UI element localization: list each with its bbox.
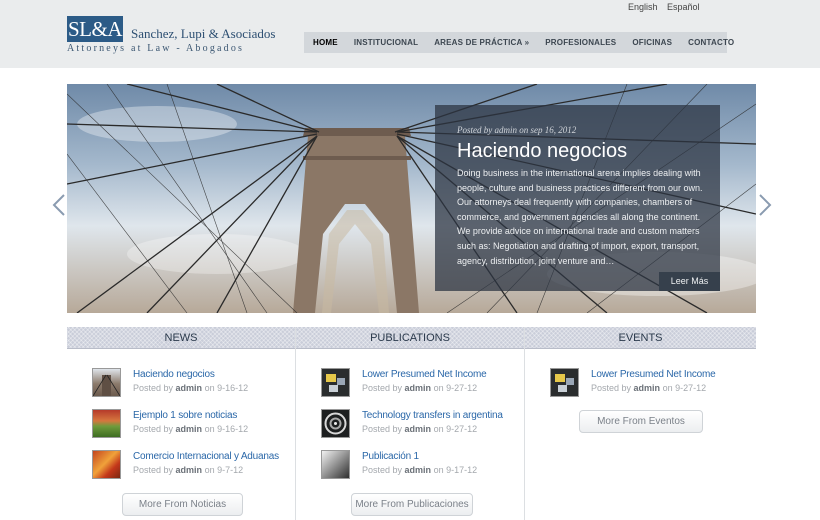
publication-item-title[interactable]: Publicación 1 (362, 451, 419, 462)
events-column: EVENTS Lower Presumed Net Income Posted … (524, 327, 756, 520)
slide-excerpt: Doing business in the international aren… (457, 168, 703, 266)
news-item: Ejemplo 1 sobre noticias Posted by admin… (92, 409, 292, 441)
chevron-left-icon[interactable] (52, 194, 66, 216)
news-column: NEWS Haciendo negocios Posted by admin o… (67, 327, 295, 520)
news-thumbnail[interactable] (92, 450, 121, 479)
publication-thumbnail[interactable] (321, 450, 350, 479)
read-more-button[interactable]: Leer Más (659, 272, 720, 291)
more-from-noticias-button[interactable]: More From Noticias (122, 493, 243, 516)
nav-contacto[interactable]: CONTACTO (680, 32, 742, 53)
nav-areas-de-practica[interactable]: AREAS DE PRÁCTICA » (426, 32, 537, 53)
news-item-title[interactable]: Ejemplo 1 sobre noticias (133, 410, 237, 421)
language-english-link[interactable]: English (628, 2, 658, 12)
news-item: Haciendo negocios Posted by admin on 9-1… (92, 368, 292, 400)
publication-item-meta: Posted by admin on 9-17-12 (362, 465, 478, 475)
nav-profesionales[interactable]: PROFESIONALES (537, 32, 624, 53)
event-item: Lower Presumed Net Income Posted by admi… (550, 368, 750, 400)
news-item-title[interactable]: Haciendo negocios (133, 369, 215, 380)
more-from-eventos-button[interactable]: More From Eventos (579, 410, 703, 433)
site-header: SL&A Sanchez, Lupi & Asociados Attorneys… (0, 0, 820, 68)
news-item-meta: Posted by admin on 9-7-12 (133, 465, 244, 475)
nav-institucional[interactable]: INSTITUCIONAL (346, 32, 426, 53)
publication-item: Lower Presumed Net Income Posted by admi… (321, 368, 521, 400)
news-heading: NEWS (67, 327, 295, 349)
news-thumbnail[interactable] (92, 368, 121, 397)
news-item: Comercio Internacional y Aduanas Posted … (92, 450, 292, 482)
publications-column: PUBLICATIONS Lower Presumed Net Income P… (295, 327, 524, 520)
publication-item-meta: Posted by admin on 9-27-12 (362, 383, 478, 393)
publication-item-title[interactable]: Technology transfers in argentina (362, 410, 503, 421)
chevron-right-icon[interactable] (758, 194, 772, 216)
publication-item-title[interactable]: Lower Presumed Net Income (362, 369, 487, 380)
events-heading: EVENTS (525, 327, 756, 349)
publication-item-meta: Posted by admin on 9-27-12 (362, 424, 478, 434)
news-item-meta: Posted by admin on 9-16-12 (133, 383, 249, 393)
event-thumbnail[interactable] (550, 368, 579, 397)
more-from-publicaciones-button[interactable]: More From Publicaciones (351, 493, 473, 516)
slide-caption: Posted by admin on sep 16, 2012 Haciendo… (435, 105, 720, 291)
publication-thumbnail[interactable] (321, 409, 350, 438)
publication-item: Publicación 1 Posted by admin on 9-17-12 (321, 450, 521, 482)
slide-title[interactable]: Haciendo negocios (457, 140, 627, 163)
news-item-title[interactable]: Comercio Internacional y Aduanas (133, 451, 279, 462)
publication-thumbnail[interactable] (321, 368, 350, 397)
nav-oficinas[interactable]: OFICINAS (624, 32, 680, 53)
publications-heading: PUBLICATIONS (296, 327, 524, 349)
publication-item: Technology transfers in argentina Posted… (321, 409, 521, 441)
main-nav: HOME INSTITUCIONAL AREAS DE PRÁCTICA » P… (304, 32, 734, 53)
slide-meta: Posted by admin on sep 16, 2012 (457, 125, 577, 135)
event-item-title[interactable]: Lower Presumed Net Income (591, 369, 716, 380)
logo[interactable]: SL&A (67, 16, 123, 42)
event-item-meta: Posted by admin on 9-27-12 (591, 383, 707, 393)
tagline: Attorneys at Law - Abogados (67, 43, 245, 54)
news-thumbnail[interactable] (92, 409, 121, 438)
news-item-meta: Posted by admin on 9-16-12 (133, 424, 249, 434)
language-spanish-link[interactable]: Español (667, 2, 700, 12)
nav-home[interactable]: HOME (304, 32, 346, 53)
hero-slider: Posted by admin on sep 16, 2012 Haciendo… (67, 84, 756, 313)
firm-name: Sanchez, Lupi & Asociados (131, 26, 276, 41)
